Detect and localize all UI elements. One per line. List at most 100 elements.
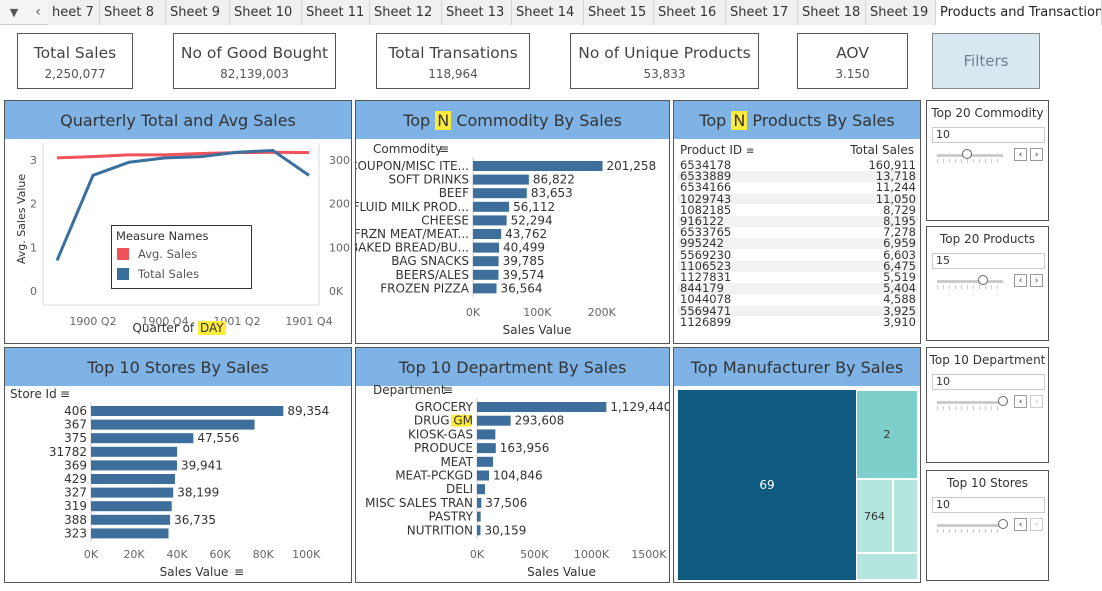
bar — [91, 528, 169, 539]
data-label: 86,822 — [533, 173, 575, 187]
kpi-title: No of Good Bought — [180, 44, 329, 62]
bar — [477, 470, 490, 481]
kpi-value: 2,250,077 — [44, 67, 106, 81]
treemap-cell[interactable] — [893, 479, 918, 553]
filter-widget: Top 10 Department 10 ‹ › — [926, 347, 1049, 463]
bar — [473, 256, 499, 267]
data-label: 39,941 — [181, 458, 223, 472]
category-label: 319 — [64, 499, 87, 513]
kpi-unique-products: No of Unique Products 53,833 — [570, 33, 759, 89]
table-row[interactable]: 1126899 3,910 — [678, 316, 918, 328]
kpi-total-sales: Total Sales 2,250,077 — [17, 33, 133, 89]
x-tick-label: 1000K — [574, 548, 610, 561]
x-tick-label: 0K — [84, 548, 99, 561]
slider-handle[interactable] — [961, 149, 972, 159]
data-label: 56,112 — [513, 200, 555, 214]
sheet-tab[interactable]: Sheet 11 — [302, 0, 370, 25]
category-label: MEAT — [440, 455, 473, 469]
y-tick-label: 2 — [30, 198, 37, 211]
category-label: 406 — [64, 404, 87, 418]
y-tick-label: 3 — [30, 154, 37, 167]
step-forward-icon[interactable]: › — [1030, 395, 1043, 408]
slider-track[interactable] — [937, 401, 1003, 404]
data-label: 52,294 — [511, 213, 553, 227]
filter-title: Top 20 Commodity — [931, 106, 1044, 120]
step-forward-icon[interactable]: › — [1030, 148, 1043, 161]
category-label: 367 — [64, 418, 87, 432]
treemap-cell-69[interactable]: 69 — [678, 390, 856, 580]
sort-icon: ≡ — [443, 383, 453, 397]
bar — [473, 242, 500, 253]
sheet-tab[interactable]: Sheet 19 — [866, 0, 936, 25]
slider-handle[interactable] — [978, 275, 989, 285]
department-sales-panel: Top 10 Department By Sales Department ≡ GR… — [355, 347, 670, 583]
filter-title: Top 10 Stores — [946, 476, 1029, 490]
slider-ticks — [937, 285, 1003, 289]
sheet-tab[interactable]: Products and Transaction — [936, 0, 1102, 25]
slider-track[interactable] — [937, 280, 1003, 283]
data-label: 43,762 — [505, 227, 547, 241]
treemap-cell-764[interactable]: 764 — [856, 479, 893, 553]
step-forward-icon[interactable]: › — [1030, 518, 1043, 531]
filter-title: Top 20 Products — [940, 232, 1035, 246]
step-back-icon[interactable]: ‹ — [1014, 395, 1027, 408]
x-tick-label: 500K — [520, 548, 549, 561]
sheet-tab[interactable]: Sheet 12 — [370, 0, 442, 25]
step-back-icon[interactable]: ‹ — [1014, 148, 1027, 161]
slider-ticks — [937, 406, 1003, 410]
y-tick-label: 0 — [30, 285, 37, 298]
data-label: 40,499 — [503, 241, 545, 255]
sort-icon[interactable]: ≡ — [746, 146, 754, 157]
step-back-icon[interactable]: ‹ — [1014, 274, 1027, 287]
sheet-tab[interactable]: Sheet 17 — [726, 0, 798, 25]
step-back-icon[interactable]: ‹ — [1014, 518, 1027, 531]
step-forward-icon[interactable]: › — [1030, 274, 1043, 287]
treemap-cell-2[interactable]: 2 — [856, 390, 918, 479]
filters-button[interactable]: Filters — [932, 33, 1040, 89]
filter-title: Top 10 Department — [929, 353, 1046, 367]
bar — [477, 443, 496, 454]
slider-track[interactable] — [937, 524, 1003, 527]
sheet-tab[interactable]: Sheet 10 — [230, 0, 302, 25]
filter-value-input[interactable]: 10 — [932, 497, 1045, 513]
sheet-tab[interactable]: Sheet 18 — [798, 0, 866, 25]
sheet-tab[interactable]: heet 7 — [48, 0, 100, 25]
department-bar-chart: Department≡ GROCERY 1,129,440 DRUG GM 293,60… — [365, 383, 670, 579]
tab-scroll-left-icon[interactable]: ‹ — [28, 2, 48, 22]
bar — [91, 460, 177, 471]
legend-swatch-total — [117, 268, 129, 280]
filter-value-input[interactable]: 10 — [932, 374, 1045, 390]
kpi-value: 3.150 — [835, 67, 870, 81]
column-header: Commodity — [373, 142, 442, 156]
treemap-cell[interactable] — [856, 553, 918, 580]
slider-ticks — [937, 159, 1003, 163]
category-label: DELI — [446, 482, 473, 496]
data-label: 201,258 — [607, 159, 657, 173]
bar — [477, 415, 511, 426]
sheet-tab[interactable]: Sheet 16 — [654, 0, 726, 25]
quarterly-sales-panel: Quarterly Total and Avg Sales 01230K100K… — [4, 100, 352, 344]
sheet-tab[interactable]: Sheet 13 — [442, 0, 512, 25]
slider-handle[interactable] — [998, 519, 1008, 529]
products-sales-panel: Top N Products By Sales Product ID ≡ Tot… — [673, 100, 921, 344]
filter-value-input[interactable]: 10 — [932, 127, 1045, 143]
sheet-tab[interactable]: Sheet 8 — [100, 0, 166, 25]
kpi-title: No of Unique Products — [578, 44, 751, 62]
category-label: PASTRY — [428, 510, 473, 524]
column-header-product-id[interactable]: Product ID ≡ — [680, 143, 754, 157]
sheet-tab[interactable]: Sheet 15 — [584, 0, 654, 25]
tab-menu-icon[interactable]: ▼ — [4, 2, 24, 22]
legend-label: Total Sales — [138, 267, 200, 281]
legend-label: Avg. Sales — [138, 247, 198, 261]
filter-value-input[interactable]: 15 — [932, 253, 1045, 269]
x-tick-label: 200K — [588, 306, 617, 319]
x-axis-title-text: Quarter of — [132, 321, 195, 335]
category-label: FRZN MEAT/MEAT... — [356, 227, 469, 241]
sheet-tab[interactable]: Sheet 14 — [512, 0, 584, 25]
data-label: 1,129,440 — [610, 400, 670, 414]
sheet-tab[interactable]: Sheet 9 — [166, 0, 230, 25]
slider-handle[interactable] — [998, 396, 1008, 406]
category-label: NUTRITION — [407, 523, 473, 537]
sheet-tab-bar: ▼ ‹ heet 7 Sheet 8 Sheet 9 Sheet 10 Sheet 11… — [0, 0, 1102, 25]
x-axis-title: Sales Value — [527, 565, 596, 579]
